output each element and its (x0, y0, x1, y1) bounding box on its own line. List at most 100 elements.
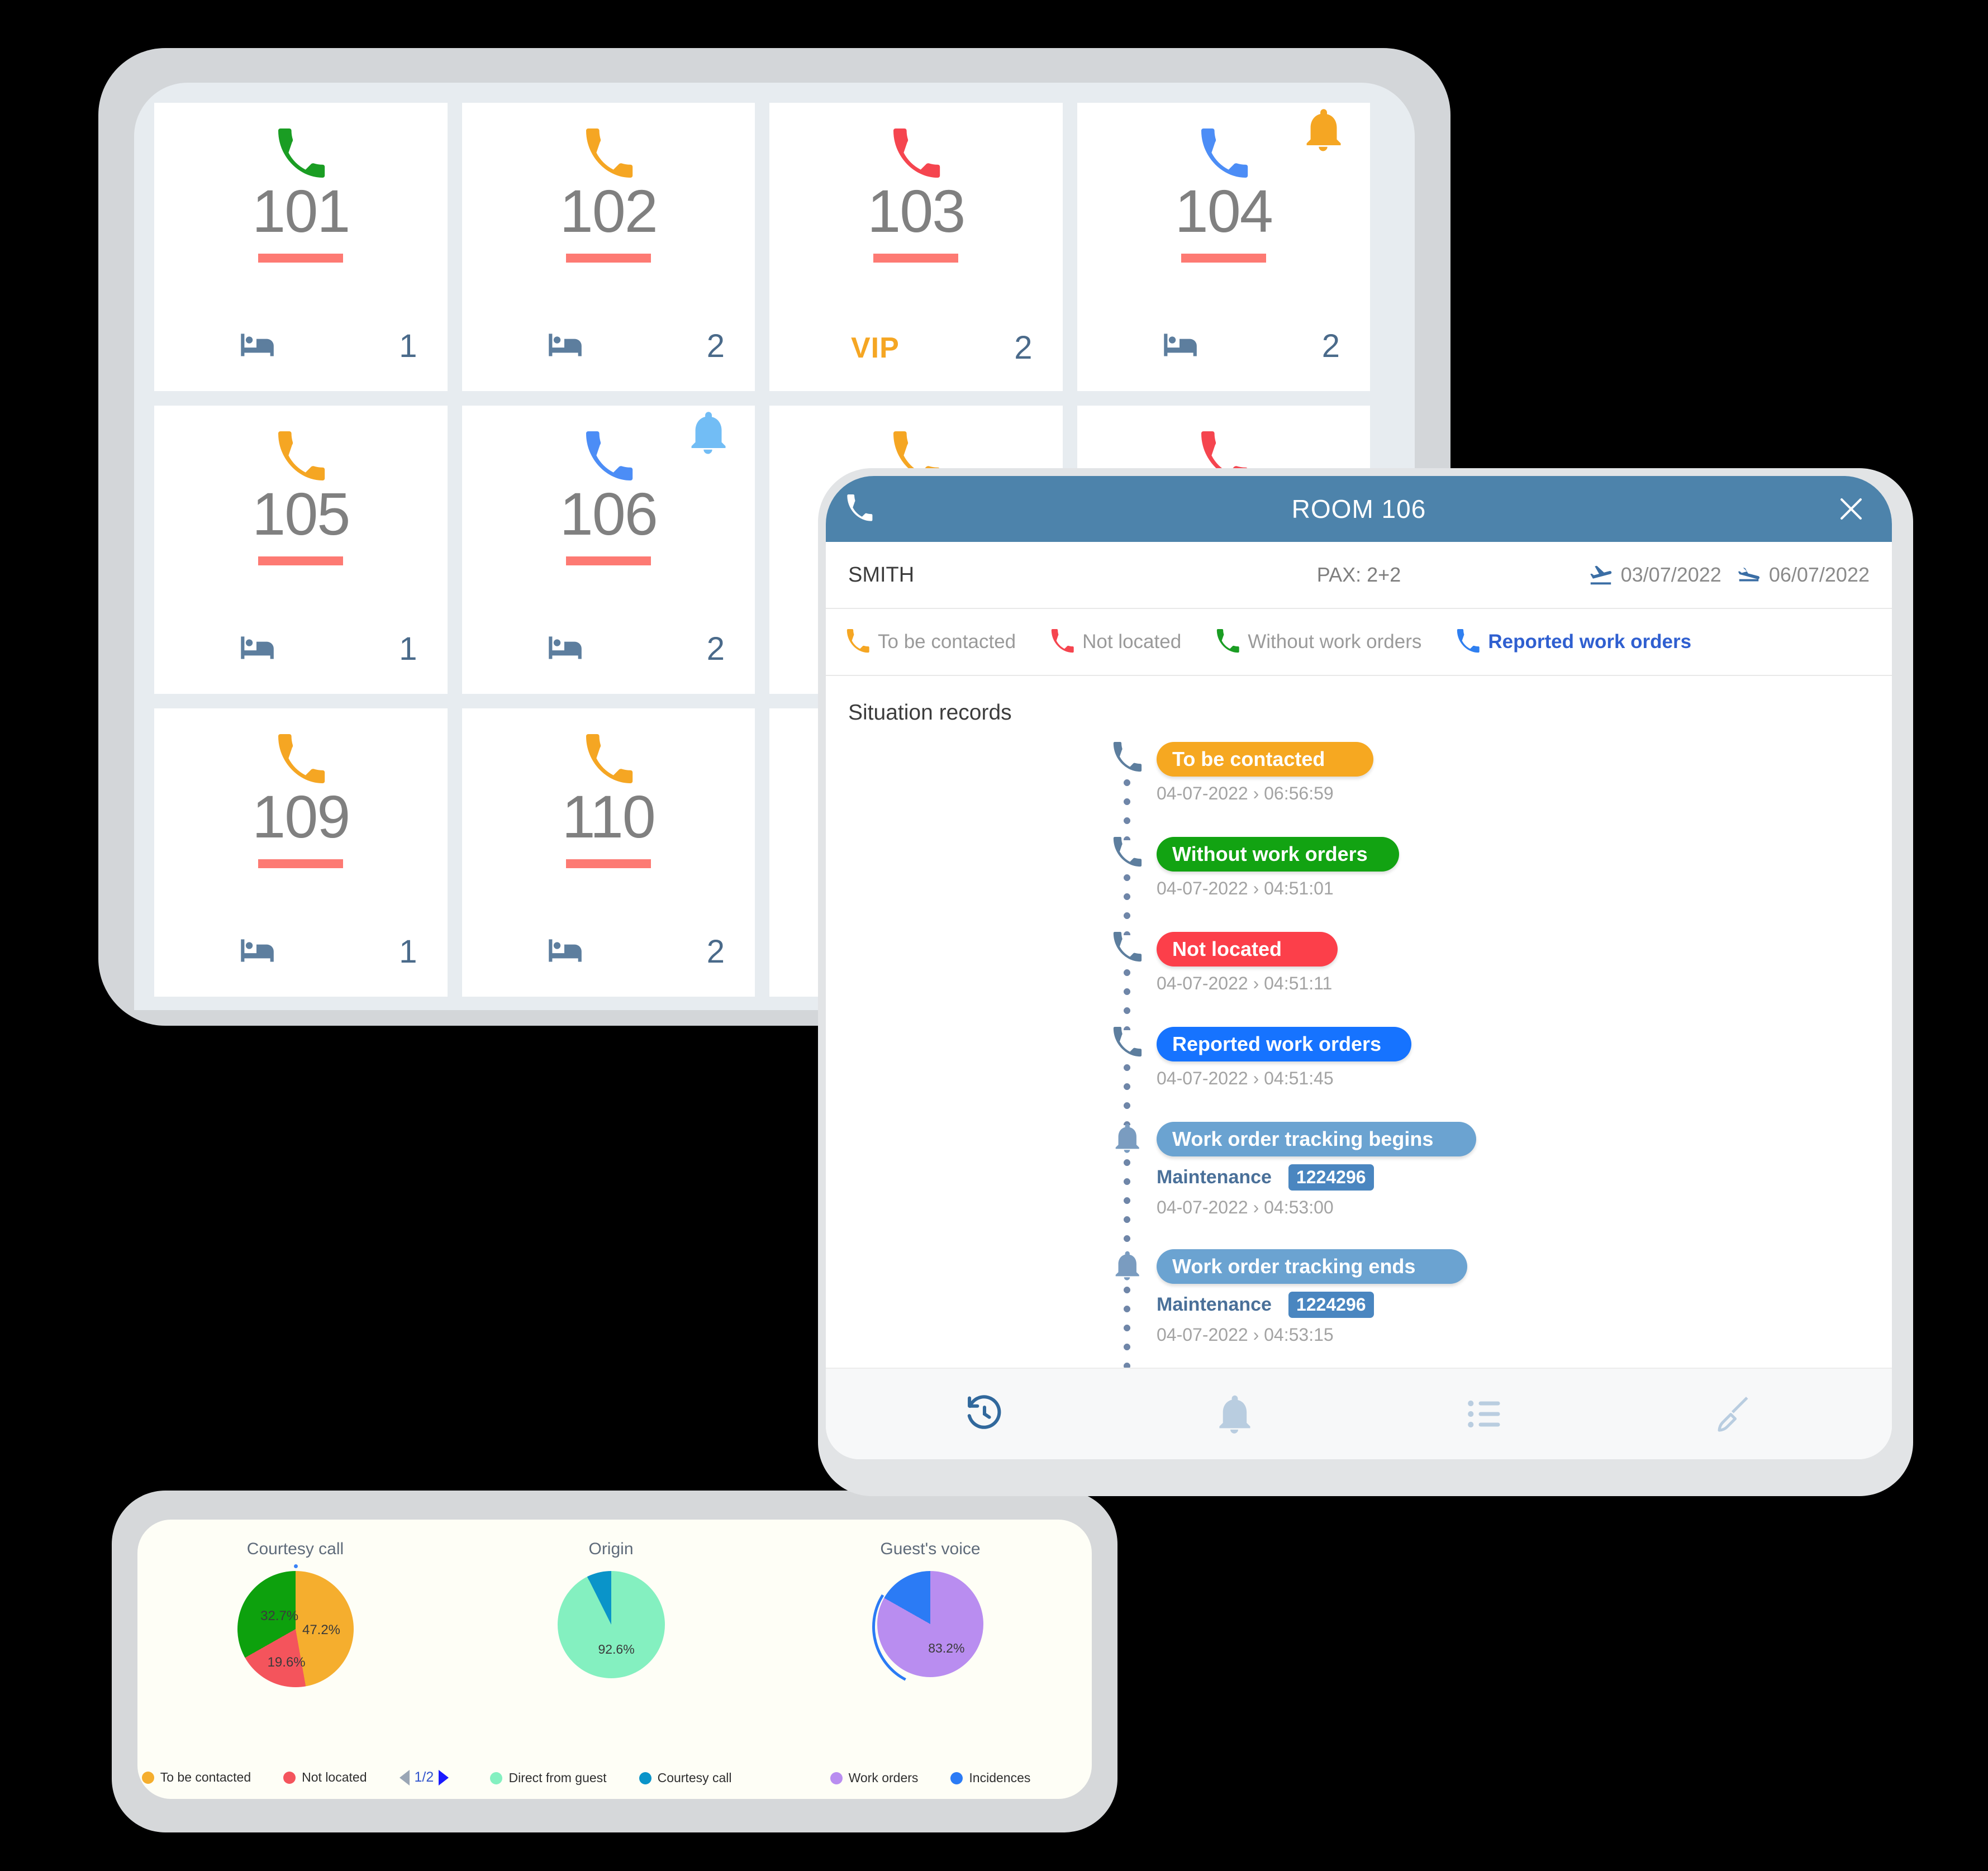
modal-footer-toolbar (826, 1368, 1892, 1459)
pie-wrap: 92.6% (453, 1571, 769, 1678)
guest-info-row: SMITH PAX: 2+2 03/07/2022 06/07/2022 (826, 542, 1892, 609)
timeline-record[interactable]: Work order tracking begins Maintenance 122… (1111, 1122, 1892, 1253)
plane-departure-icon (1736, 562, 1762, 588)
room-number: 101 (252, 177, 350, 245)
legend-label: Incidences (969, 1770, 1031, 1785)
phone-icon (1111, 742, 1143, 774)
phone-icon (845, 629, 871, 655)
legend-item[interactable]: Work orders (830, 1770, 918, 1786)
pie-value-label: 83.2% (928, 1641, 965, 1656)
room-number: 110 (562, 783, 656, 850)
status-tab-without-work-orders[interactable]: Without work orders (1215, 629, 1421, 655)
room-card[interactable]: 109 1 (154, 708, 448, 997)
room-card[interactable]: 101 1 (154, 103, 448, 391)
pie-chart: 92.6% (557, 1571, 665, 1678)
legend-item[interactable]: To be contacted (141, 1770, 251, 1785)
timeline-connector (1123, 874, 1131, 935)
legend-item[interactable]: Incidences (950, 1770, 1030, 1786)
phone-icon (1111, 837, 1143, 869)
timeline-connector (1123, 779, 1131, 840)
timeline-record[interactable]: Not located 04-07-2022 › 04:51:11 (1111, 932, 1892, 1030)
room-underline (258, 859, 344, 868)
pie-value-label: 47.2% (302, 1622, 341, 1637)
record-status-pill: To be contacted (1157, 742, 1373, 777)
history-icon[interactable] (963, 1393, 1006, 1435)
record-status-pill: Not located (1157, 932, 1338, 967)
chart-title: Courtesy call (246, 1540, 344, 1558)
legend-label: To be contacted (160, 1770, 251, 1784)
room-card[interactable]: 103 VIP 2 (769, 103, 1063, 391)
timeline-record[interactable]: Without work orders 04-07-2022 › 04:51:01 (1111, 837, 1892, 935)
phone-icon (274, 128, 327, 182)
bed-icon (236, 325, 277, 366)
pie-chart: 47.2% 19.6% 32.7% (237, 1564, 354, 1687)
room-pax: 2 (1014, 330, 1033, 366)
close-icon[interactable] (1835, 493, 1867, 525)
timeline-record[interactable]: To be contacted 04-07-2022 › 06:56:59 (1111, 742, 1892, 840)
status-tab-reported-work-orders[interactable]: Reported work orders (1455, 629, 1691, 655)
room-underline (1181, 254, 1266, 263)
room-card[interactable]: 110 2 (462, 708, 755, 997)
room-card[interactable]: 106 2 (462, 406, 755, 694)
room-pax: 1 (399, 630, 417, 667)
room-number: 102 (559, 177, 658, 245)
chart-title: Origin (588, 1540, 634, 1558)
next-page-icon[interactable] (439, 1769, 449, 1786)
list-icon[interactable] (1463, 1393, 1505, 1435)
bell-icon (1300, 106, 1347, 153)
record-timestamp: 04-07-2022 › 04:51:01 (1157, 878, 1334, 899)
status-tab-not-located[interactable]: Not located (1049, 629, 1181, 655)
room-detail-window: ROOM 106 SMITH PAX: 2+2 03/07/2022 06/07… (818, 468, 1913, 1496)
status-tab-label: Reported work orders (1488, 631, 1692, 653)
room-number: 105 (252, 480, 350, 548)
room-footer: 1 (184, 325, 417, 366)
room-card[interactable]: 102 2 (462, 103, 755, 391)
prev-page-icon[interactable] (399, 1769, 410, 1786)
record-timestamp: 04-07-2022 › 04:53:15 (1157, 1325, 1334, 1345)
charts-panel: Courtesy call 47.2% 19.6% 32.7% To be contac… (137, 1520, 1092, 1799)
pie-chart: 83.2% (877, 1571, 983, 1677)
room-underline (565, 556, 651, 565)
room-card[interactable]: 104 2 (1077, 103, 1370, 391)
bed-icon (544, 628, 585, 669)
room-status-row (462, 734, 755, 788)
bed-icon (544, 931, 585, 972)
room-card[interactable]: 105 1 (154, 406, 448, 694)
legend-label: Not located (302, 1770, 367, 1784)
record-timestamp: 04-07-2022 › 04:53:00 (1157, 1197, 1334, 1218)
room-pax: 2 (706, 933, 725, 970)
chart-legend: To be contacted Not located 1/2 (137, 1769, 453, 1786)
timeline-connector (1123, 969, 1131, 1030)
timeline-connector (1123, 1064, 1131, 1125)
pie-marker-dot (293, 1564, 298, 1568)
record-department: Maintenance (1157, 1167, 1272, 1188)
status-tab-to-be-contacted[interactable]: To be contacted (845, 629, 1016, 655)
record-status-pill: Reported work orders (1157, 1027, 1411, 1062)
bell-icon (1111, 1249, 1143, 1282)
status-tab-label: Without work orders (1248, 631, 1422, 653)
legend-item[interactable]: Direct from guest (490, 1770, 607, 1786)
legend-color-dot (141, 1771, 154, 1784)
timeline-connector (1123, 1286, 1131, 1368)
legend-item[interactable]: Courtesy call (639, 1770, 732, 1786)
plane-arrival-icon (1588, 562, 1614, 588)
phone-icon (1049, 629, 1075, 655)
bell-icon[interactable] (1213, 1393, 1255, 1435)
broom-icon[interactable] (1713, 1393, 1755, 1435)
record-timestamp: 04-07-2022 › 04:51:11 (1157, 973, 1333, 994)
legend-color-dot (830, 1772, 843, 1784)
legend-color-dot (950, 1772, 963, 1784)
room-status-row (154, 128, 448, 182)
record-status-pill: Work order tracking ends (1157, 1249, 1467, 1284)
legend-item[interactable]: Not located (283, 1770, 367, 1785)
phone-icon (582, 431, 635, 485)
timeline-record[interactable]: Work order tracking ends Maintenance 12242… (1111, 1249, 1892, 1368)
highlight-arc (850, 1544, 1016, 1710)
bed-icon (236, 931, 277, 972)
pie-value-label: 92.6% (598, 1641, 635, 1656)
guest-pax: PAX: 2+2 (1316, 563, 1401, 586)
timeline-record[interactable]: Reported work orders 04-07-2022 › 04:51:4… (1111, 1027, 1892, 1125)
record-department: Maintenance (1157, 1294, 1272, 1316)
chart-pager[interactable]: 1/2 (399, 1769, 449, 1786)
room-footer: VIP 2 (800, 329, 1033, 366)
